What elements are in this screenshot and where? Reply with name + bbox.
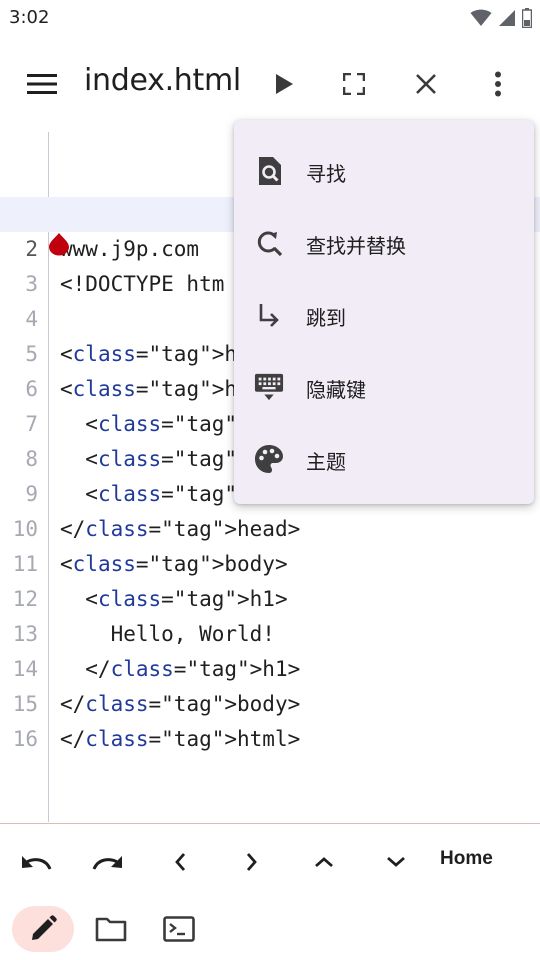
editor-toolbar: Home: [0, 823, 540, 899]
close-icon: [416, 74, 436, 94]
more-options-button[interactable]: [478, 64, 518, 104]
goto-icon: [254, 300, 284, 330]
chevron-down-icon: [387, 856, 405, 867]
menu-item-hide-keyboard[interactable]: 隐藏键: [234, 350, 534, 422]
menu-button[interactable]: [22, 68, 62, 100]
nav-files[interactable]: [80, 906, 142, 952]
close-button[interactable]: [406, 64, 446, 104]
code-line[interactable]: 12 Hello, World!: [0, 547, 540, 646]
page-title: index.html: [84, 63, 241, 98]
code-line[interactable]: 11 <class="tag">h1>: [0, 512, 540, 611]
code-line[interactable]: 16: [0, 687, 540, 751]
cursor-up-button[interactable]: [304, 842, 344, 882]
bottom-navigation: [0, 898, 540, 960]
overflow-popup-menu: 寻找 查找并替换 跳到 隐藏键 主题: [234, 120, 534, 504]
hide-keyboard-icon: [254, 372, 284, 402]
run-icon: [276, 74, 293, 94]
code-line[interactable]: 15 </class="tag">html>: [0, 652, 540, 751]
run-button[interactable]: [264, 64, 304, 104]
undo-icon: [22, 856, 52, 870]
undo-button[interactable]: [16, 842, 56, 882]
find-replace-icon: [254, 228, 284, 258]
menu-item-label: 查找并替换: [306, 234, 406, 258]
menu-item-label: 跳到: [306, 306, 346, 330]
cursor-down-button[interactable]: [376, 842, 416, 882]
menu-item-theme[interactable]: 主题: [234, 422, 534, 494]
fullscreen-button[interactable]: [334, 64, 374, 104]
palette-icon: [254, 444, 284, 474]
code-line[interactable]: 13 </class="tag">h1>: [0, 582, 540, 681]
menu-item-label: 隐藏键: [306, 378, 366, 402]
breakpoint-marker-icon[interactable]: [48, 232, 70, 256]
top-app-bar: index.html: [0, 48, 540, 120]
status-time: 3:02: [9, 7, 50, 28]
wifi-icon: [470, 9, 492, 26]
chevron-right-icon: [246, 853, 257, 871]
status-icons: [470, 8, 532, 28]
home-key-button[interactable]: Home: [440, 848, 493, 870]
fullscreen-icon: [343, 73, 365, 95]
chevron-left-icon: [175, 853, 186, 871]
redo-button[interactable]: [88, 842, 128, 882]
line-text: </class="tag">html>: [60, 727, 301, 751]
menu-item-find[interactable]: 寻找: [234, 134, 534, 206]
nav-terminal[interactable]: [148, 906, 210, 952]
more-vert-icon: [495, 71, 501, 97]
folder-icon: [95, 917, 127, 942]
redo-icon: [92, 856, 122, 870]
menu-icon: [27, 74, 57, 94]
cursor-left-button[interactable]: [160, 842, 200, 882]
battery-icon: [522, 8, 532, 28]
status-bar: 3:02: [0, 0, 540, 36]
menu-item-label: 主题: [306, 450, 346, 474]
nav-edit[interactable]: [12, 906, 74, 952]
signal-icon: [499, 10, 515, 26]
menu-item-find-replace[interactable]: 查找并替换: [234, 206, 534, 278]
edit-icon: [32, 915, 57, 940]
menu-item-label: 寻找: [306, 162, 346, 186]
find-icon: [254, 156, 284, 186]
chevron-up-icon: [315, 857, 333, 868]
menu-item-goto[interactable]: 跳到: [234, 278, 534, 350]
line-number: 16: [12, 727, 38, 751]
terminal-icon: [163, 916, 195, 942]
code-line[interactable]: 14 </class="tag">body>: [0, 617, 540, 716]
cursor-right-button[interactable]: [232, 842, 272, 882]
